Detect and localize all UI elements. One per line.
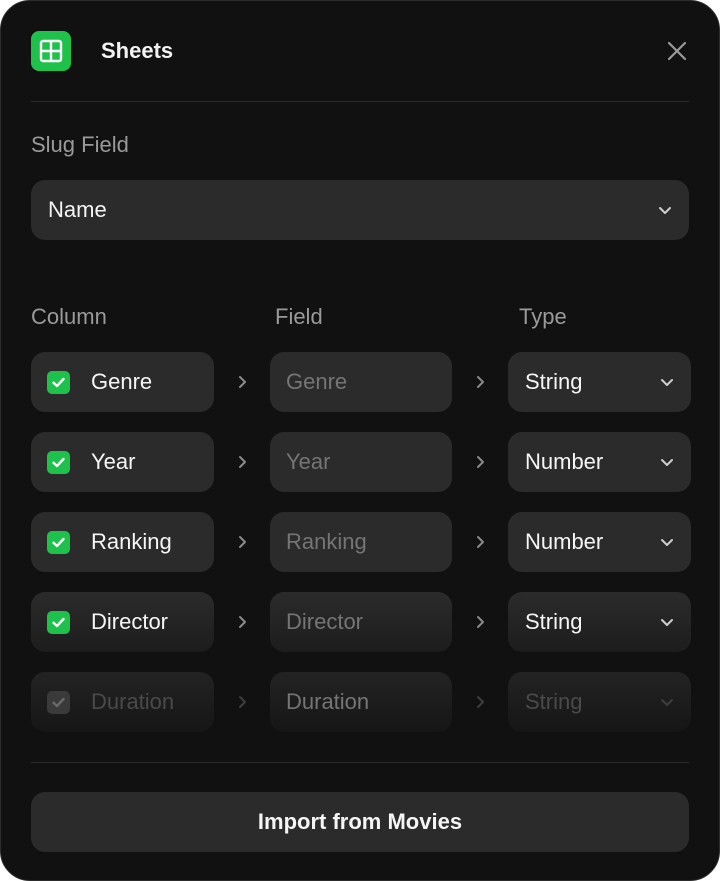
chevron-right-icon [477,616,484,628]
checkmark-icon [52,377,65,388]
column-toggle[interactable]: Duration [31,672,214,732]
chevron-right-icon [239,616,246,628]
column-checkbox[interactable] [47,451,70,474]
header-divider [31,101,689,102]
mapping-row: Ranking Number [31,512,691,572]
column-toggle[interactable]: Year [31,432,214,492]
type-value: String [525,689,583,714]
chevron-down-icon [661,539,673,546]
type-value: String [525,369,583,394]
chevron-down-icon [661,459,673,466]
chevron-right-icon [239,536,246,548]
footer-divider [31,762,689,763]
type-value: Number [525,529,604,554]
slug-field-label: Slug Field [31,132,129,157]
column-label: Ranking [91,529,172,554]
column-label: Genre [91,369,153,394]
slug-field-value: Name [48,197,107,222]
column-toggle[interactable]: Ranking [31,512,214,572]
field-name-box [270,592,452,652]
column-checkbox[interactable] [47,531,70,554]
mapping-row: Year Number [31,432,691,492]
checkmark-icon [52,457,65,468]
sheets-dialog: Sheets Slug Field Name Column Field Type… [0,0,720,881]
app-title: Sheets [101,38,174,63]
chevron-down-icon [661,379,673,386]
mapping-row: Duration String [31,672,691,732]
type-select[interactable]: String [508,672,691,732]
chevron-right-icon [477,376,484,388]
field-name-input[interactable] [286,368,436,396]
close-icon [667,41,687,61]
chevron-right-icon [477,536,484,548]
type-value: String [525,609,583,634]
column-checkbox[interactable] [47,691,70,714]
chevron-right-icon [239,376,246,388]
column-checkbox[interactable] [47,611,70,634]
column-label: Year [91,449,136,474]
type-header: Type [519,304,567,329]
type-select[interactable]: Number [508,432,691,492]
chevron-right-icon [239,456,246,468]
mapping-row: Director String [31,592,691,652]
dialog-header: Sheets [31,31,689,71]
column-label: Duration [91,689,175,714]
sheets-grid-icon [31,31,71,71]
close-button[interactable] [665,39,689,63]
type-select[interactable]: String [508,352,691,412]
field-name-box [270,432,452,492]
chevron-down-icon [661,619,673,626]
mapping-row: Genre String [31,352,691,412]
column-toggle[interactable]: Director [31,592,214,652]
field-name-input[interactable] [286,448,436,476]
field-name-input[interactable] [286,608,436,636]
checkmark-icon [52,697,65,708]
field-name-input[interactable] [286,688,436,716]
chevron-right-icon [477,696,484,708]
column-label: Director [91,609,169,634]
type-select[interactable]: String [508,592,691,652]
field-name-input[interactable] [286,528,436,556]
chevron-down-icon [659,207,671,214]
import-button[interactable]: Import from Movies [31,792,689,852]
column-header: Column [31,304,107,329]
column-toggle[interactable]: Genre [31,352,214,412]
field-header: Field [275,304,323,329]
field-name-box [270,352,452,412]
field-name-box [270,672,452,732]
type-value: Number [525,449,604,474]
checkmark-icon [52,617,65,628]
field-name-box [270,512,452,572]
type-select[interactable]: Number [508,512,691,572]
column-checkbox[interactable] [47,371,70,394]
chevron-right-icon [477,456,484,468]
chevron-down-icon [661,699,673,706]
chevron-right-icon [239,696,246,708]
slug-field-select[interactable]: Name [31,180,689,240]
checkmark-icon [52,537,65,548]
